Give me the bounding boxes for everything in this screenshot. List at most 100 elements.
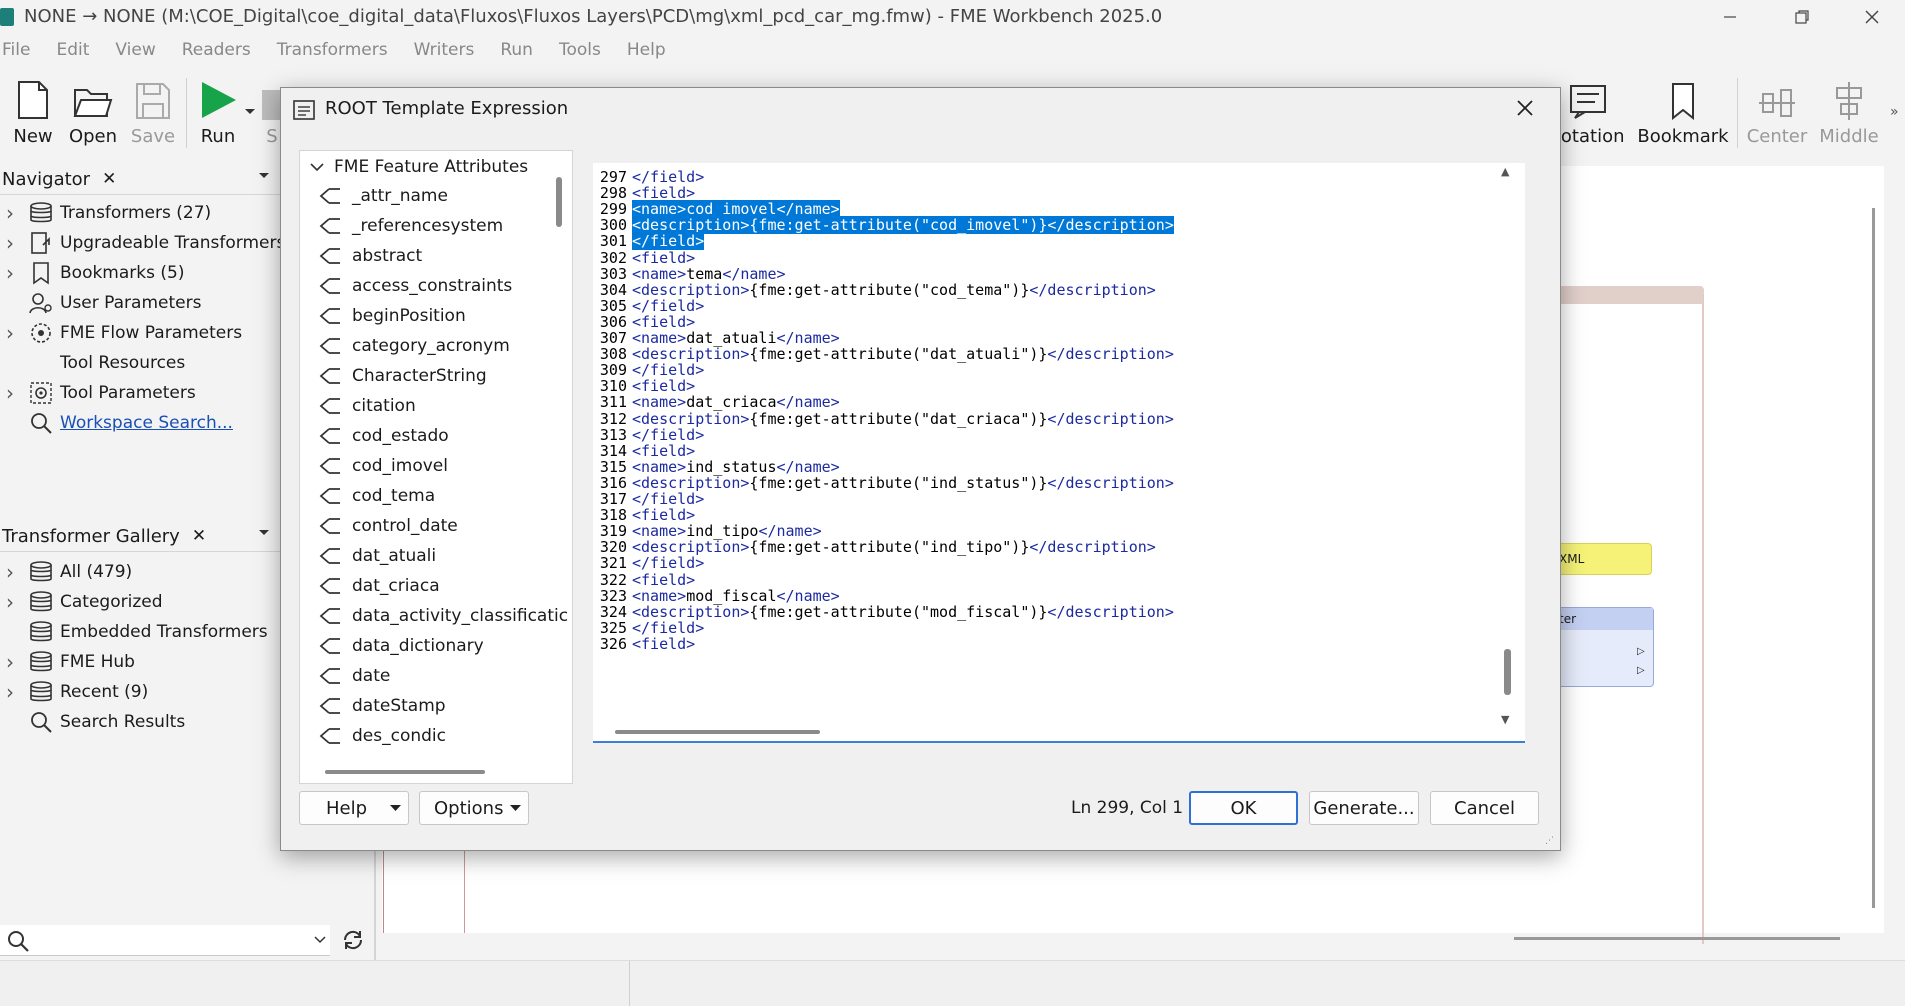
canvas-vertical-scrollbar[interactable] (1870, 208, 1876, 908)
generate-button[interactable]: Generate... (1309, 791, 1419, 825)
editor-horizontal-scrollbar[interactable] (615, 730, 820, 734)
attribute-item[interactable]: dat_criaca (318, 571, 440, 601)
attribute-item[interactable]: date (318, 661, 390, 691)
run-dropdown-arrow[interactable] (244, 108, 256, 116)
attribute-item[interactable]: dateStamp (318, 691, 446, 721)
chevron-right-icon[interactable]: › (6, 261, 16, 285)
canvas-horizontal-scrollbar[interactable] (1514, 937, 1840, 940)
navigator-item[interactable]: User Parameters (0, 288, 201, 318)
menu-run[interactable]: Run (487, 40, 546, 60)
canvas-node-xml[interactable]: XML (1552, 543, 1652, 575)
menu-edit[interactable]: Edit (43, 40, 102, 60)
middle-button[interactable]: Middle (1816, 68, 1882, 160)
attribute-item[interactable]: dat_atuali (318, 541, 436, 571)
menu-tools[interactable]: Tools (546, 40, 614, 60)
resize-grip-icon[interactable]: ⋰ (1545, 836, 1554, 846)
close-icon[interactable]: ✕ (192, 526, 206, 546)
gallery-item[interactable]: › All (479) (0, 557, 132, 587)
navigator-item[interactable]: › Tool Parameters (0, 378, 196, 408)
attribute-item[interactable]: cod_imovel (318, 451, 448, 481)
editor-vertical-scrollbar[interactable] (1504, 649, 1511, 695)
navigator-item[interactable]: › FME Flow Parameters (0, 318, 242, 348)
run-button[interactable]: Run (194, 68, 242, 160)
center-button[interactable]: Center (1745, 68, 1809, 160)
attribute-item[interactable]: cod_tema (318, 481, 435, 511)
options-button[interactable]: Options (419, 791, 529, 825)
chevron-right-icon[interactable]: › (6, 231, 16, 255)
toolbar-partial-button[interactable]: S (262, 68, 282, 160)
chevron-right-icon[interactable]: › (6, 590, 16, 614)
open-button[interactable]: Open (66, 68, 120, 160)
attribute-item[interactable]: _attr_name (318, 181, 448, 211)
minimize-button[interactable] (1707, 2, 1753, 32)
menu-readers[interactable]: Readers (169, 40, 264, 60)
attribute-item[interactable]: data_dictionary (318, 631, 484, 661)
attribute-item[interactable]: control_date (318, 511, 458, 541)
attribute-item[interactable]: beginPosition (318, 301, 466, 331)
menu-file[interactable]: File (0, 40, 43, 60)
new-button[interactable]: New (8, 68, 58, 160)
attribute-name: _referencesystem (352, 216, 504, 236)
code-line[interactable]: 326 <field> (593, 635, 695, 655)
port-icon[interactable]: ▷ (1637, 646, 1645, 657)
navigator-item[interactable]: Tool Resources (0, 348, 185, 378)
menu-view[interactable]: View (102, 40, 168, 60)
chevron-right-icon[interactable]: › (6, 321, 16, 345)
navigator-item[interactable]: › Transformers (27) (0, 198, 211, 228)
chevron-right-icon[interactable]: › (6, 381, 16, 405)
status-bar (0, 960, 1905, 1006)
navigator-item[interactable]: › Upgradeable Transformers ( (0, 228, 297, 258)
navigator-item[interactable]: Workspace Search... (0, 408, 233, 438)
menu-transformers[interactable]: Transformers (264, 40, 401, 60)
attribute-icon (318, 487, 342, 505)
attribute-tree-root[interactable]: FME Feature Attributes (310, 153, 528, 181)
port-icon[interactable]: ▷ (1637, 665, 1645, 676)
line-number: 326 (599, 634, 627, 653)
gallery-search-input[interactable] (0, 925, 330, 956)
menu-writers[interactable]: Writers (401, 40, 488, 60)
attribute-item[interactable]: des_condic (318, 721, 446, 751)
gallery-item[interactable]: › Recent (9) (0, 677, 148, 707)
close-window-button[interactable] (1849, 2, 1895, 32)
attribute-icon (318, 577, 342, 595)
attribute-item[interactable]: category_acronym (318, 331, 510, 361)
toolbar-overflow-icon[interactable]: » (1890, 104, 1899, 120)
canvas-node-writer[interactable]: ter ▷ ▷ (1552, 607, 1654, 687)
ok-button[interactable]: OK (1189, 791, 1298, 825)
annotation-button[interactable]: notation (1550, 68, 1625, 160)
attribute-item[interactable]: citation (318, 391, 416, 421)
attribute-item[interactable]: data_activity_classificatic (318, 601, 568, 631)
refresh-button[interactable] (340, 927, 366, 953)
gallery-item[interactable]: › Categorized (0, 587, 163, 617)
cancel-button[interactable]: Cancel (1430, 791, 1539, 825)
chevron-right-icon[interactable]: › (6, 560, 16, 584)
attribute-item[interactable]: abstract (318, 241, 422, 271)
close-icon[interactable]: ✕ (102, 169, 116, 189)
attribute-item[interactable]: access_constraints (318, 271, 512, 301)
code-editor[interactable]: 297 </field> 298 <field> 299 <name>cod_imovel… (593, 163, 1525, 743)
chevron-right-icon[interactable]: › (6, 201, 16, 225)
gallery-item[interactable]: Search Results (0, 707, 185, 737)
save-button[interactable]: Save (128, 68, 178, 160)
attribute-item[interactable]: cod_estado (318, 421, 449, 451)
restore-button[interactable] (1779, 2, 1825, 32)
scroll-up-icon[interactable]: ▲ (1501, 165, 1509, 178)
chevron-right-icon[interactable]: › (6, 650, 16, 674)
attribute-list-h-scrollbar[interactable] (325, 770, 485, 774)
panel-menu-icon[interactable] (258, 529, 270, 537)
chevron-down-icon (245, 109, 255, 114)
chevron-right-icon[interactable]: › (6, 680, 16, 704)
help-button[interactable]: Help (299, 791, 409, 825)
scroll-down-icon[interactable]: ▼ (1501, 713, 1509, 726)
dialog-close-button[interactable] (1515, 98, 1535, 118)
gallery-title: Transformer Gallery (2, 525, 180, 547)
attribute-item[interactable]: CharacterString (318, 361, 487, 391)
attribute-list-scrollbar[interactable] (556, 177, 562, 227)
gallery-item[interactable]: Embedded Transformers (0, 617, 268, 647)
navigator-item[interactable]: › Bookmarks (5) (0, 258, 184, 288)
bookmark-button[interactable]: Bookmark (1637, 68, 1729, 160)
menu-help[interactable]: Help (614, 40, 679, 60)
attribute-item[interactable]: _referencesystem (318, 211, 503, 241)
panel-menu-icon[interactable] (258, 172, 270, 180)
gallery-item[interactable]: › FME Hub (0, 647, 135, 677)
